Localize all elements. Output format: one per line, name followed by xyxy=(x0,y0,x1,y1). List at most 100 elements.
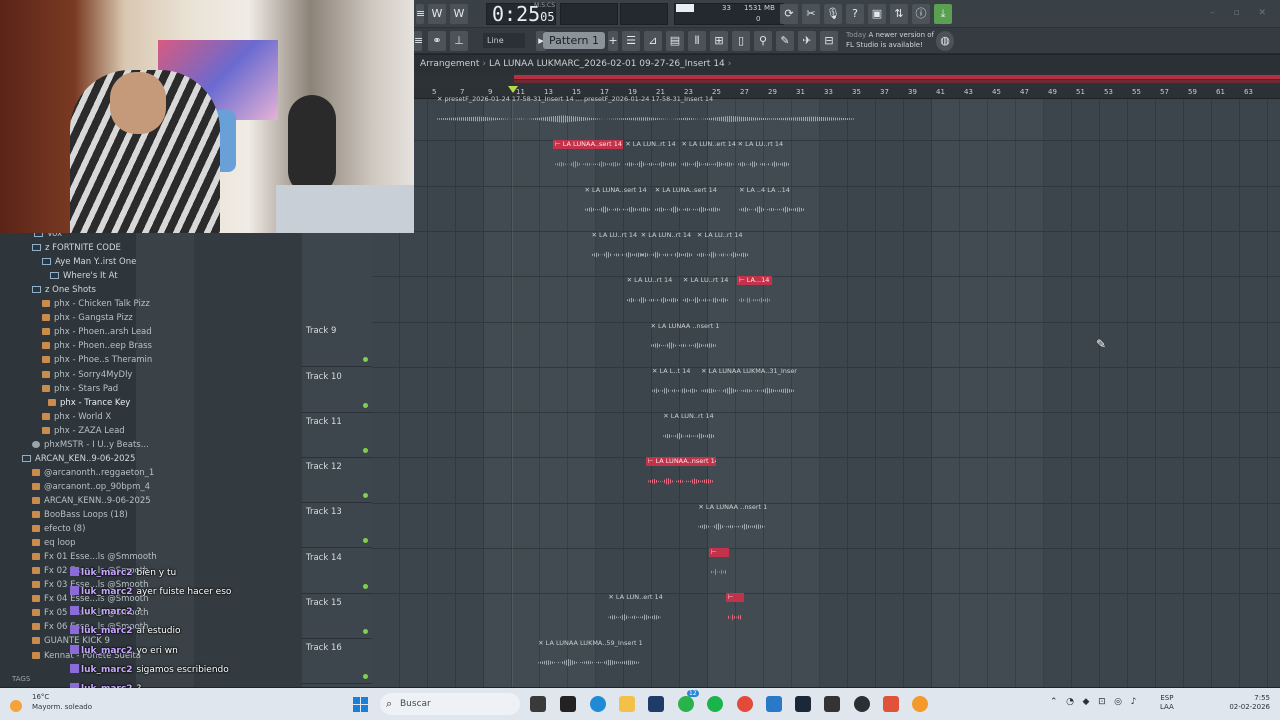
track-header[interactable]: Track 15 xyxy=(302,594,372,639)
fl-studio-icon[interactable] xyxy=(912,696,928,712)
refresh-icon[interactable]: ⟳ xyxy=(780,4,798,24)
audio-clip[interactable]: ✕ LA LUNAA LUKMA..59_Insert 14 xyxy=(536,639,642,679)
audio-clip[interactable]: ⊢ LA LUNAA..sert 14 xyxy=(553,140,624,180)
browser-item[interactable]: @arcanonth..reggaeton_1 xyxy=(32,466,154,480)
track-header[interactable]: Track 14 xyxy=(302,549,372,594)
browser-item[interactable]: ARCAN_KENN..9-06-2025 xyxy=(32,494,151,508)
audio-clip[interactable]: ✕ LA LUNAA ..nsert 14 xyxy=(649,322,719,362)
audio-clip[interactable]: ✕ LA LU..rt 14 xyxy=(681,276,730,316)
audio-clip[interactable]: ✕ LA LUNAA ..nsert 14 xyxy=(696,503,767,543)
browser-item[interactable]: efecto (8) xyxy=(32,522,85,536)
download-icon[interactable]: ⤓ xyxy=(934,4,952,24)
live-app-icon[interactable] xyxy=(560,696,576,712)
edge-icon[interactable] xyxy=(590,696,606,712)
browser-item[interactable]: eq loop xyxy=(32,536,76,550)
browser-item[interactable]: phx - Trance Key xyxy=(48,396,130,410)
obs-icon[interactable] xyxy=(854,696,870,712)
globe-icon[interactable]: ◍ xyxy=(936,31,954,51)
menu-icon[interactable]: ≡ xyxy=(414,31,423,51)
browser-item[interactable]: phx - Phoen..arsh Lead xyxy=(42,325,152,339)
audio-clip[interactable]: ✕ LA LUN..ert 14 xyxy=(679,140,736,180)
spotify-icon[interactable] xyxy=(707,696,723,712)
track-active-indicator[interactable] xyxy=(363,674,368,680)
file-explorer-icon[interactable] xyxy=(619,696,635,712)
browser-item[interactable]: Aye Man Y..irst One xyxy=(42,255,136,269)
save-icon[interactable]: ▣ xyxy=(868,4,886,24)
browser-item[interactable]: phx - Stars Pad xyxy=(42,382,118,396)
audio-clip[interactable]: ✕ LA LUNA..sert 14 xyxy=(653,186,723,226)
link-icon[interactable]: ⚭ xyxy=(428,31,446,51)
track-header[interactable]: Track 13 xyxy=(302,503,372,549)
browser-item[interactable]: Fx 01 Esse...ls @Smmooth xyxy=(32,550,157,564)
audio-clip[interactable]: ✕ LA LU..rt 14 xyxy=(625,276,681,316)
mixer-view-icon[interactable]: ⫴ xyxy=(688,31,706,51)
browser-item[interactable]: phx - Chicken Talk Pizz xyxy=(42,297,150,311)
audio-clip[interactable]: ✕ LA LUN..ert 14 xyxy=(606,593,663,633)
info-icon[interactable]: ⓘ xyxy=(912,4,930,24)
track-active-indicator[interactable] xyxy=(363,357,368,363)
tags-tab[interactable]: TAGS xyxy=(0,672,40,686)
chrome-icon[interactable] xyxy=(737,696,753,712)
track-active-indicator[interactable] xyxy=(363,538,368,544)
plus-icon[interactable]: + xyxy=(608,31,618,51)
playhead-marker[interactable] xyxy=(508,86,518,93)
system-clock[interactable]: 7:55 02-02-2026 xyxy=(1224,694,1270,712)
audio-clip[interactable]: ✕ LA LU..rt 14 xyxy=(695,231,751,271)
audio-clip[interactable]: ✕ LA LUN..rt 14 xyxy=(623,140,679,180)
audio-clip[interactable]: ✕ LA L..t 14 xyxy=(650,367,699,407)
channel-rack-icon[interactable]: ▤ xyxy=(666,31,684,51)
browser-item[interactable]: phx - Phoe..s Theramin xyxy=(42,353,152,367)
track-active-indicator[interactable] xyxy=(363,402,368,408)
window-controls[interactable]: – ▫ ✕ xyxy=(1210,8,1274,18)
record-loop-icon[interactable]: ✈ xyxy=(798,31,816,51)
playlist-grid[interactable]: ✕ presetF_2026-01-24 17-58-31_Insert 14 … xyxy=(372,95,1280,687)
audio-clip[interactable]: ✕ LA LU..rt 14 xyxy=(590,231,646,271)
track-header[interactable]: Track 9 xyxy=(302,322,372,368)
plugin-icon[interactable]: ⚲ xyxy=(754,31,772,51)
help-icon[interactable]: ? xyxy=(846,4,864,24)
pattern-song-icon[interactable]: W xyxy=(428,4,446,24)
loop-region[interactable] xyxy=(514,75,1280,79)
track-active-indicator[interactable] xyxy=(363,629,368,634)
audio-clip[interactable]: ✕ LA LUN..rt 14 xyxy=(661,412,717,452)
pencil-icon[interactable]: ✎ xyxy=(776,31,794,51)
tempo-display[interactable] xyxy=(560,3,618,25)
browser-item[interactable]: phx - ZAZA Lead xyxy=(42,424,125,438)
browser-item[interactable]: Where's It At xyxy=(50,269,118,283)
browser-item[interactable]: phx - Sorry4MyDly xyxy=(42,368,132,382)
mixer-icon[interactable]: ⇅ xyxy=(890,4,908,24)
audio-clip[interactable]: ⊢ xyxy=(725,593,745,633)
browser-item[interactable]: phxMSTR - I U..y Beats... xyxy=(32,438,149,452)
steam-icon[interactable] xyxy=(795,696,811,712)
task-view-icon[interactable] xyxy=(530,696,546,712)
weather-widget[interactable]: 16°C Mayorm. soleado xyxy=(10,692,92,712)
calculator-icon[interactable] xyxy=(766,696,782,712)
audio-clip[interactable]: ⊢ xyxy=(708,548,729,588)
audio-clip[interactable]: ✕ LA LUNAA LUKMA..31_Insert 14 xyxy=(699,367,797,407)
audio-clip[interactable]: ✕ LA LUNA..sert 14 xyxy=(583,186,653,226)
loop-bar[interactable] xyxy=(414,73,1280,87)
snap-select[interactable]: Line xyxy=(483,33,525,48)
track-header[interactable]: Track 12 xyxy=(302,458,372,504)
track-active-indicator[interactable] xyxy=(363,583,368,589)
audio-clip[interactable]: ✕ LA LUN..rt 14 xyxy=(639,231,695,271)
playlist-title[interactable]: Arrangement › LA LUNAA LUKMARC_2026-02-01 … xyxy=(414,55,1280,73)
system-tray[interactable]: ⌃ ◔ ◆ ⊡ ◎ ♪ xyxy=(1050,697,1136,707)
track-active-indicator[interactable] xyxy=(363,447,368,453)
browser-item[interactable]: z One Shots xyxy=(32,283,96,297)
audio-clip[interactable]: ✕ presetF_2026-01-24 17-58-31_Insert 14 … xyxy=(435,95,857,135)
visual-studio-icon[interactable] xyxy=(648,696,664,712)
browser-item[interactable]: phx - Phoen..eep Brass xyxy=(42,339,152,353)
whatsapp-icon[interactable]: 12 xyxy=(678,690,699,712)
pattern-select[interactable]: Pattern 1 xyxy=(543,32,605,49)
tools-icon[interactable]: ⊟ xyxy=(820,31,838,51)
pdf-icon[interactable] xyxy=(883,696,899,712)
epic-games-icon[interactable] xyxy=(824,696,840,712)
track-active-indicator[interactable] xyxy=(363,493,368,499)
track-header[interactable]: Track 11 xyxy=(302,413,372,458)
microphone-icon[interactable]: 🎙 xyxy=(824,4,842,24)
start-button-icon[interactable] xyxy=(353,697,368,712)
track-header[interactable]: Track 16 xyxy=(302,639,372,685)
browser-icon[interactable]: ⊞ xyxy=(710,31,728,51)
playlist-icon[interactable]: ☰ xyxy=(622,31,640,51)
